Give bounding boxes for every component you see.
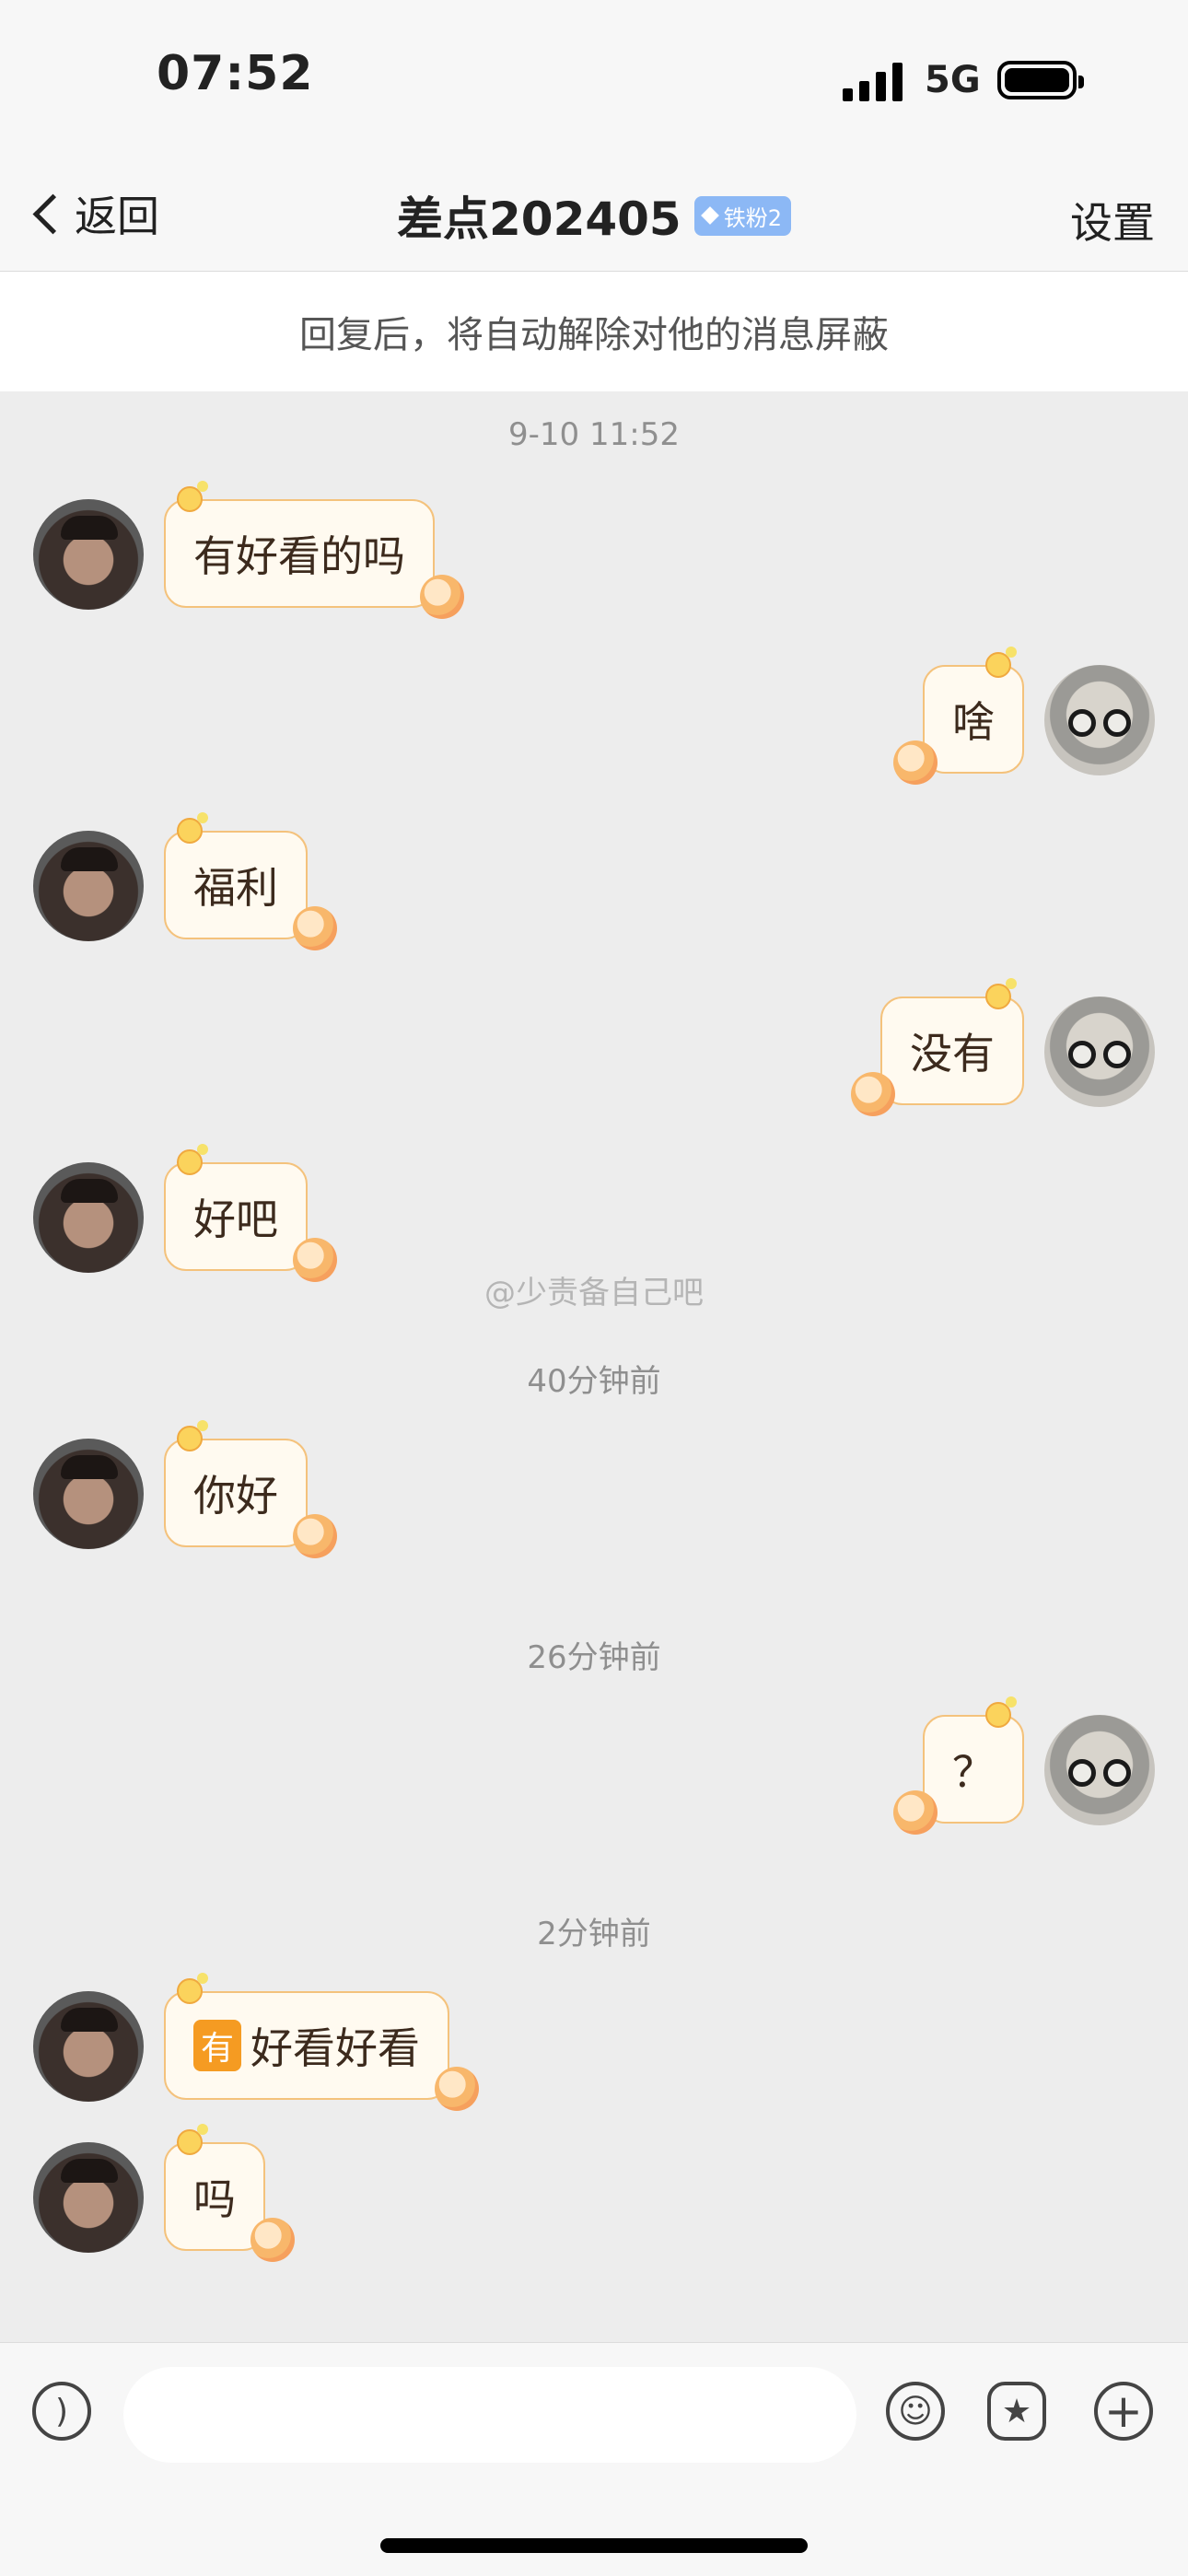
- message-text: 好看好看: [250, 2023, 421, 2073]
- emoji-icon[interactable]: ☺: [886, 2382, 945, 2441]
- bubble-decoration-icon: [177, 1144, 208, 1175]
- avatar[interactable]: [33, 831, 144, 941]
- message-text: 啥: [952, 697, 995, 747]
- avatar[interactable]: [33, 1991, 144, 2102]
- bubble-decoration-icon: [177, 481, 208, 512]
- network-label: 5G: [925, 59, 981, 101]
- bunny-sticker-icon: [893, 740, 938, 785]
- status-bar: 07:52 5G: [0, 0, 1188, 157]
- timestamp: 2分钟前: [537, 1916, 651, 1952]
- home-indicator: [380, 2538, 808, 2553]
- message-bubble[interactable]: 吗: [164, 2124, 295, 2262]
- message-text: 有好看的吗: [193, 531, 405, 581]
- message-bubble[interactable]: 有 好看好看: [164, 1973, 480, 2111]
- message-row: 啥: [0, 647, 1188, 785]
- status-time: 07:52: [157, 46, 314, 101]
- glasses-icon: [1068, 1041, 1096, 1068]
- glasses-icon: [1103, 1759, 1131, 1787]
- message-bubble[interactable]: 你好: [164, 1420, 337, 1558]
- timestamp: 40分钟前: [527, 1363, 661, 1400]
- nav-bar: 返回 差点202405 铁粉2 设置: [0, 157, 1188, 272]
- bunny-sticker-icon: [893, 1790, 938, 1835]
- sticker-icon[interactable]: ★: [987, 2382, 1046, 2441]
- message-bubble[interactable]: 啥: [893, 647, 1024, 785]
- message-bubble[interactable]: ？: [893, 1696, 1024, 1835]
- title-area: 差点202405 铁粉2: [0, 182, 1188, 249]
- plus-icon[interactable]: +: [1094, 2382, 1153, 2441]
- bubble-decoration-icon: [985, 1696, 1017, 1728]
- message-bubble[interactable]: 好吧: [164, 1144, 337, 1282]
- bunny-sticker-icon: [851, 1072, 895, 1116]
- signal-icon: [843, 61, 903, 101]
- page-title: 差点202405: [396, 192, 681, 246]
- avatar[interactable]: [1044, 665, 1155, 775]
- message-bubble[interactable]: 有好看的吗: [164, 481, 464, 619]
- bunny-sticker-icon: [435, 2067, 480, 2111]
- message-row: ？: [0, 1696, 1188, 1835]
- bunny-sticker-icon: [250, 2218, 295, 2262]
- fan-badge-label: 铁粉2: [723, 204, 783, 231]
- bubble-decoration-icon: [177, 1420, 208, 1451]
- message-row: 吗: [0, 2124, 1188, 2262]
- glasses-icon: [1103, 1041, 1131, 1068]
- message-row: 你好: [0, 1420, 1188, 1558]
- bunny-sticker-icon: [293, 906, 337, 950]
- message-tag: 有: [193, 2020, 242, 2071]
- message-text: 没有: [910, 1029, 995, 1078]
- battery-icon: [997, 61, 1084, 99]
- avatar[interactable]: [33, 1439, 144, 1549]
- message-row: 好吧: [0, 1144, 1188, 1282]
- message-bubble[interactable]: 没有: [851, 978, 1024, 1116]
- message-text: 你好: [193, 1471, 278, 1521]
- bunny-sticker-icon: [293, 1514, 337, 1558]
- message-text: 好吧: [193, 1195, 278, 1244]
- avatar[interactable]: [33, 499, 144, 610]
- watermark: @少责备自己吧: [484, 1275, 704, 1311]
- glasses-icon: [1103, 709, 1131, 737]
- message-text: 福利: [193, 863, 278, 913]
- message-row: 有好看的吗: [0, 481, 1188, 619]
- message-row: 有 好看好看: [0, 1973, 1188, 2111]
- message-input[interactable]: [123, 2367, 856, 2463]
- block-notice: 回复后，将自动解除对他的消息屏蔽: [0, 272, 1188, 391]
- message-text: 吗: [193, 2174, 236, 2224]
- glasses-icon: [1068, 1759, 1096, 1787]
- voice-icon[interactable]: ): [32, 2382, 91, 2441]
- timestamp: 26分钟前: [527, 1639, 661, 1676]
- bubble-decoration-icon: [177, 1973, 208, 2004]
- avatar[interactable]: [1044, 997, 1155, 1107]
- diamond-icon: [700, 206, 719, 225]
- message-row: 福利: [0, 812, 1188, 950]
- bubble-decoration-icon: [177, 2124, 208, 2155]
- bubble-decoration-icon: [985, 647, 1017, 678]
- message-row: 没有: [0, 978, 1188, 1116]
- timestamp: 9-10 11:52: [508, 416, 680, 453]
- avatar[interactable]: [33, 2142, 144, 2253]
- avatar[interactable]: [33, 1162, 144, 1273]
- avatar[interactable]: [1044, 1715, 1155, 1825]
- message-bubble[interactable]: 福利: [164, 812, 337, 950]
- message-text: ？: [952, 1747, 995, 1797]
- bubble-decoration-icon: [985, 978, 1017, 1009]
- glasses-icon: [1068, 709, 1096, 737]
- fan-badge: 铁粉2: [693, 195, 792, 236]
- settings-button[interactable]: 设置: [1070, 190, 1155, 251]
- bubble-decoration-icon: [177, 812, 208, 844]
- bunny-sticker-icon: [420, 575, 464, 619]
